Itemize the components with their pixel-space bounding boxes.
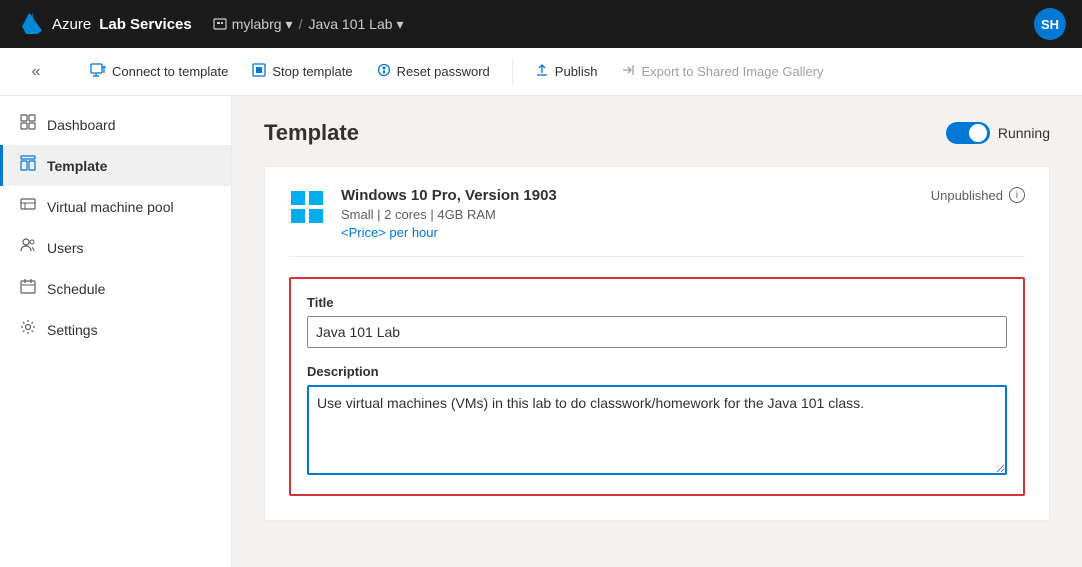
- sidebar-item-users[interactable]: Users: [0, 227, 231, 268]
- dashboard-icon: [19, 114, 37, 135]
- publish-button[interactable]: Publish: [525, 57, 608, 86]
- user-avatar[interactable]: SH: [1034, 8, 1066, 40]
- azure-logo-icon: [16, 10, 44, 38]
- vm-details: Windows 10 Pro, Version 1903 Small | 2 c…: [341, 187, 557, 240]
- vm-status-info-icon[interactable]: i: [1009, 187, 1025, 203]
- title-input[interactable]: [307, 316, 1007, 348]
- topbar: Azure Lab Services mylabrg ▾ / Java 101 …: [0, 0, 1082, 48]
- app-layout: Dashboard Template Virtual machine poo: [0, 96, 1082, 567]
- vm-info-left: Windows 10 Pro, Version 1903 Small | 2 c…: [289, 187, 557, 240]
- running-toggle: Running: [946, 122, 1050, 144]
- main-content: Template Running Windows 10: [232, 96, 1082, 567]
- users-icon: [19, 237, 37, 258]
- export-button[interactable]: Export to Shared Image Gallery: [611, 57, 833, 86]
- sidebar-item-schedule-label: Schedule: [47, 281, 105, 297]
- template-icon: [19, 155, 37, 176]
- breadcrumb-lab[interactable]: Java 101 Lab ▾: [308, 16, 403, 33]
- running-label: Running: [998, 125, 1050, 141]
- description-textarea[interactable]: [307, 385, 1007, 475]
- page-title: Template: [264, 120, 359, 146]
- logo-text-light: Azure: [52, 16, 91, 33]
- vm-status: Unpublished i: [931, 187, 1025, 203]
- page-header: Template Running: [264, 120, 1050, 146]
- vm-spec: Small | 2 cores | 4GB RAM: [341, 207, 557, 222]
- vm-pool-icon: [19, 196, 37, 217]
- reset-icon: [377, 63, 391, 80]
- toolbar-divider: [512, 60, 513, 84]
- running-toggle-switch[interactable]: [946, 122, 990, 144]
- sidebar-item-schedule[interactable]: Schedule: [0, 268, 231, 309]
- title-label: Title: [307, 295, 1007, 310]
- sidebar-collapse-button[interactable]: «: [20, 56, 52, 88]
- org-icon: [212, 16, 228, 32]
- title-group: Title: [307, 295, 1007, 348]
- logo-text-bold: Lab Services: [99, 16, 192, 33]
- vm-status-label: Unpublished: [931, 188, 1003, 203]
- sidebar-item-vm-pool-label: Virtual machine pool: [47, 199, 174, 215]
- connect-icon: [90, 63, 106, 80]
- breadcrumb-org[interactable]: mylabrg ▾: [212, 16, 293, 33]
- sidebar-item-template-label: Template: [47, 158, 107, 174]
- sidebar-item-dashboard-label: Dashboard: [47, 117, 116, 133]
- stop-icon: [252, 63, 266, 80]
- settings-icon: [19, 319, 37, 340]
- reset-password-button[interactable]: Reset password: [367, 57, 500, 86]
- logo: Azure Lab Services: [16, 10, 192, 38]
- sidebar-item-dashboard[interactable]: Dashboard: [0, 104, 231, 145]
- toolbar: « Connect to template Stop template: [0, 48, 1082, 96]
- template-card: Windows 10 Pro, Version 1903 Small | 2 c…: [264, 166, 1050, 521]
- description-label: Description: [307, 364, 1007, 379]
- breadcrumb-separator: /: [299, 16, 303, 32]
- sidebar: Dashboard Template Virtual machine poo: [0, 96, 232, 567]
- breadcrumb: mylabrg ▾ / Java 101 Lab ▾: [212, 16, 404, 33]
- schedule-icon: [19, 278, 37, 299]
- form-section: Title Description: [289, 277, 1025, 496]
- description-group: Description: [307, 364, 1007, 478]
- connect-to-template-button[interactable]: Connect to template: [80, 57, 238, 86]
- publish-icon: [535, 63, 549, 80]
- vm-price: <Price> per hour: [341, 225, 557, 240]
- stop-template-button[interactable]: Stop template: [242, 57, 362, 86]
- sidebar-item-users-label: Users: [47, 240, 84, 256]
- export-icon: [621, 63, 635, 80]
- vm-info-row: Windows 10 Pro, Version 1903 Small | 2 c…: [289, 187, 1025, 257]
- sidebar-item-vm-pool[interactable]: Virtual machine pool: [0, 186, 231, 227]
- sidebar-item-settings[interactable]: Settings: [0, 309, 231, 350]
- vm-name: Windows 10 Pro, Version 1903: [341, 187, 557, 204]
- sidebar-item-template[interactable]: Template: [0, 145, 231, 186]
- sidebar-item-settings-label: Settings: [47, 322, 98, 338]
- windows-icon: [289, 189, 325, 225]
